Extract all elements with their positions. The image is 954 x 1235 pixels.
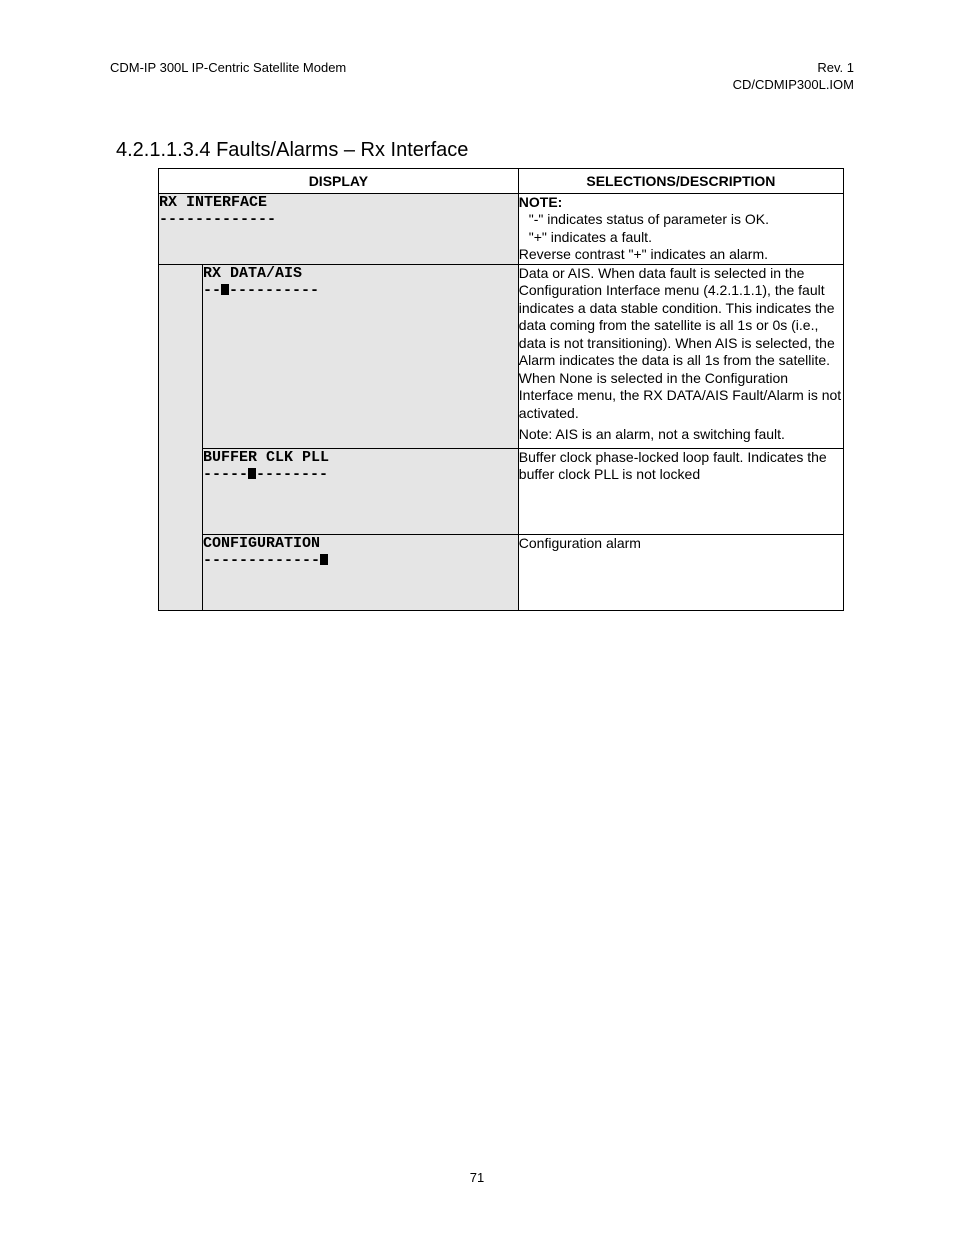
page-header: CDM-IP 300L IP-Centric Satellite Modem R…: [110, 60, 854, 94]
table-row: RX INTERFACE -------------NOTE:"-" indic…: [159, 193, 844, 264]
cursor-block-icon: [248, 468, 256, 479]
lcd-display: CONFIGURATION-------------: [203, 535, 518, 570]
table-row: BUFFER CLK PLL-------------Buffer clock …: [159, 448, 844, 534]
lcd-display: RX DATA/AIS------------: [203, 265, 518, 300]
display-spacer: [159, 448, 203, 534]
faults-alarms-table: DISPLAY SELECTIONS/DESCRIPTION RX INTERF…: [158, 168, 844, 612]
display-cell: RX INTERFACE -------------: [159, 193, 519, 264]
display-spacer: [159, 264, 203, 448]
header-right: Rev. 1 CD/CDMIP300L.IOM: [733, 60, 854, 94]
col-desc: SELECTIONS/DESCRIPTION: [518, 168, 843, 193]
description-cell: Data or AIS. When data fault is selected…: [518, 264, 843, 448]
lcd-display: BUFFER CLK PLL-------------: [203, 449, 518, 484]
description-cell: Buffer clock phase-locked loop fault. In…: [518, 448, 843, 534]
description-text: Configuration alarm: [519, 535, 843, 553]
page-number: 71: [0, 1170, 954, 1185]
section-heading: 4.2.1.1.3.4 Faults/Alarms – Rx Interface: [116, 139, 854, 162]
description-cell: Configuration alarm: [518, 534, 843, 611]
description-text: Buffer clock phase-locked loop fault. In…: [519, 449, 843, 484]
display-cell: RX DATA/AIS------------: [203, 264, 519, 448]
display-spacer: [159, 534, 203, 611]
description-text: Note: AIS is an alarm, not a switching f…: [519, 426, 843, 444]
lcd-display: RX INTERFACE -------------: [159, 194, 518, 229]
description-cell: NOTE:"-" indicates status of parameter i…: [518, 193, 843, 264]
header-left: CDM-IP 300L IP-Centric Satellite Modem: [110, 60, 346, 94]
display-cell: BUFFER CLK PLL-------------: [203, 448, 519, 534]
cursor-block-icon: [320, 554, 328, 565]
table-row: RX DATA/AIS------------Data or AIS. When…: [159, 264, 844, 448]
description-text: Data or AIS. When data fault is selected…: [519, 265, 843, 423]
cursor-block-icon: [221, 284, 229, 295]
col-display: DISPLAY: [159, 168, 519, 193]
note-label: NOTE:: [519, 194, 843, 212]
table-row: CONFIGURATION-------------Configuration …: [159, 534, 844, 611]
display-cell: CONFIGURATION-------------: [203, 534, 519, 611]
